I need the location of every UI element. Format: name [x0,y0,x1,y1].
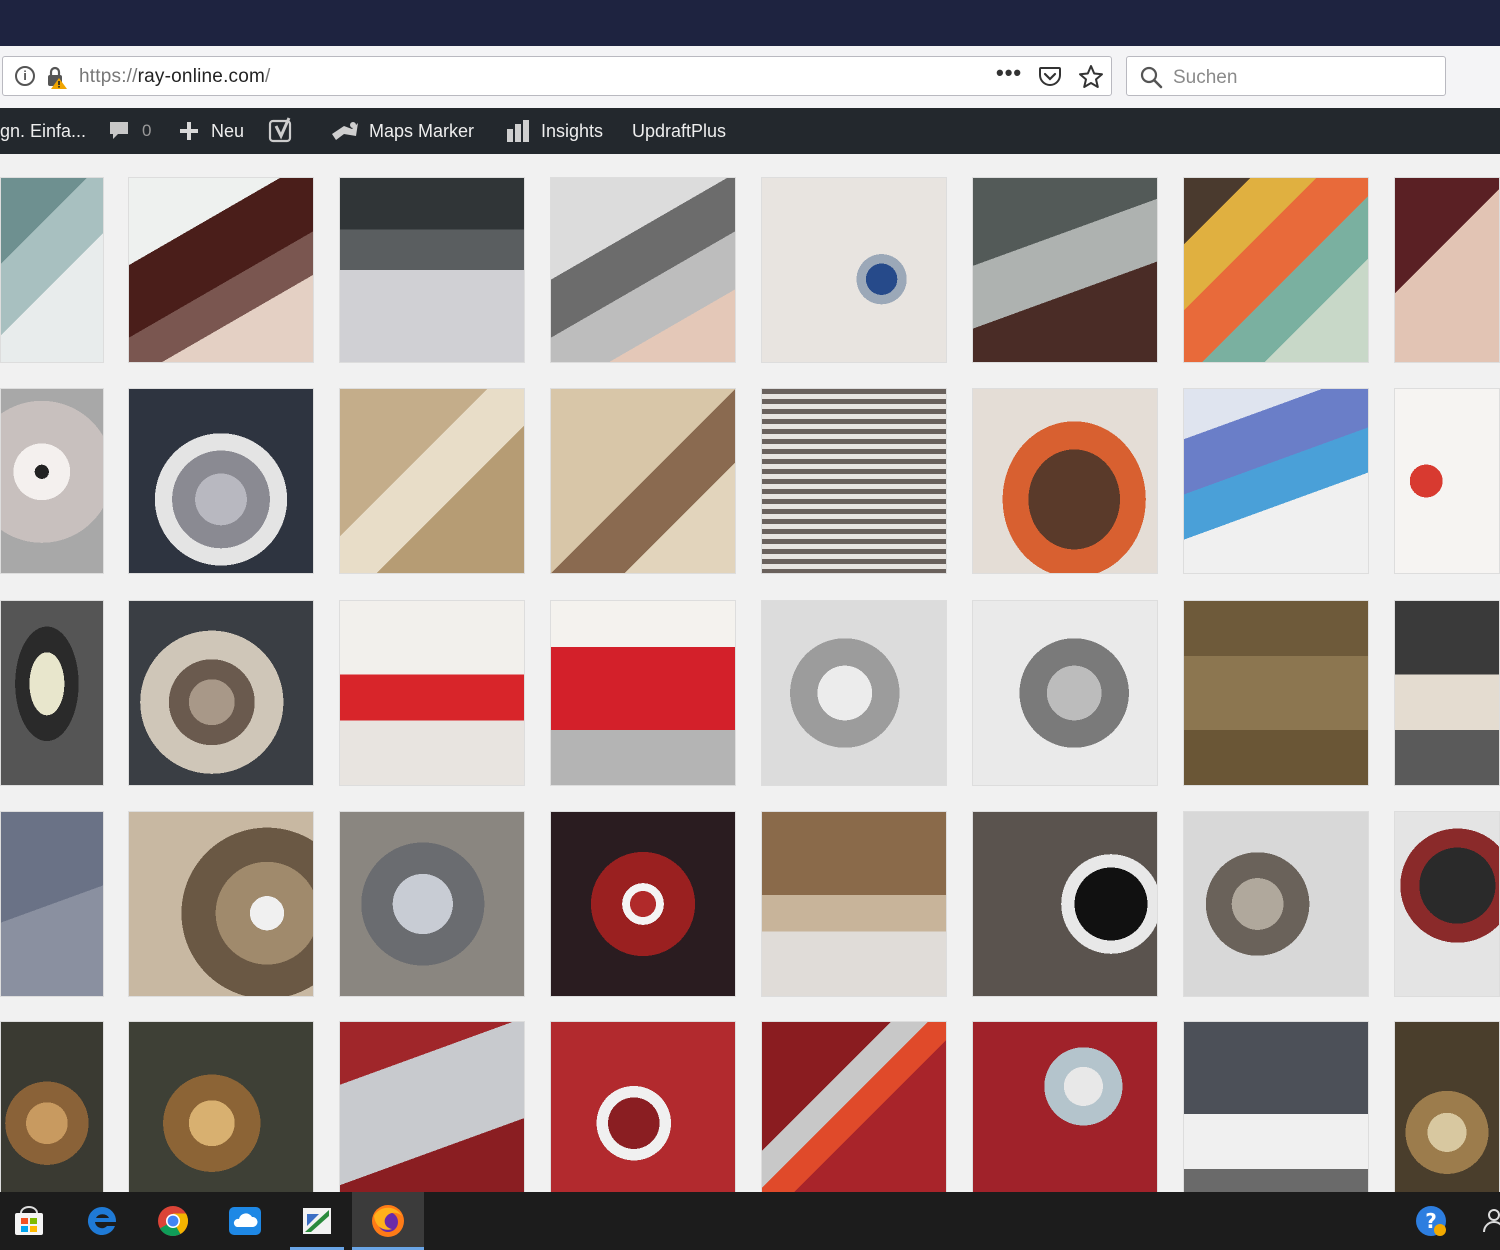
adminbar-insights-label: Insights [541,120,604,141]
browser-nav-bar: i https://ray-online.com/ ••• Suchen [0,46,1500,109]
media-thumbnail[interactable] [1183,600,1369,786]
url-text[interactable]: https://ray-online.com/ [79,66,271,88]
media-thumbnail[interactable] [339,1021,525,1192]
media-thumbnail[interactable] [1394,811,1500,997]
search-placeholder: Suchen [1173,67,1238,88]
media-thumbnail[interactable] [339,388,525,574]
people-icon[interactable] [1470,1200,1500,1242]
insecure-lock-icon[interactable] [45,65,67,89]
adminbar-maps-label: Maps Marker [369,120,475,141]
url-protocol: https:// [79,66,138,87]
media-thumbnail[interactable] [972,177,1158,363]
media-thumbnail[interactable] [128,388,314,574]
media-thumbnail[interactable] [1183,388,1369,574]
adminbar-new[interactable]: Neu [179,108,244,154]
help-icon[interactable]: ? [1410,1200,1452,1242]
windows-taskbar: ? [0,1192,1500,1250]
media-thumbnail[interactable] [0,177,104,363]
search-bar[interactable]: Suchen [1126,56,1446,96]
adminbar-comments[interactable]: 0 [108,108,151,154]
media-thumbnail[interactable] [972,811,1158,997]
media-thumbnail[interactable] [128,600,314,786]
media-thumbnail[interactable] [339,600,525,786]
page-actions-button[interactable]: ••• [996,60,1022,86]
chrome-icon[interactable] [152,1200,194,1242]
media-thumbnail[interactable] [339,811,525,997]
media-thumbnail[interactable] [972,600,1158,786]
plus-icon [180,122,198,140]
media-thumbnail[interactable] [761,811,947,997]
adminbar-updraftplus[interactable]: UpdraftPlus [632,108,726,154]
media-thumbnail[interactable] [1183,1021,1369,1192]
adminbar-site-link[interactable]: gn. Einfa... [0,108,86,154]
wp-admin-bar: gn. Einfa... 0 Neu Maps Marker Insights … [0,108,1500,154]
media-thumbnail[interactable] [1394,177,1500,363]
adminbar-maps-marker[interactable]: Maps Marker [330,108,474,154]
media-thumbnail[interactable] [0,600,104,786]
media-thumbnail[interactable] [972,388,1158,574]
media-library-grid [0,154,1500,1192]
media-thumbnail[interactable] [761,1021,947,1192]
firefox-icon[interactable] [367,1200,409,1242]
comment-count: 0 [142,121,152,140]
media-thumbnail[interactable] [0,388,104,574]
media-thumbnail[interactable] [550,811,736,997]
media-thumbnail[interactable] [128,177,314,363]
media-thumbnail[interactable] [128,1021,314,1192]
yoast-icon [268,117,292,143]
media-thumbnail[interactable] [1394,1021,1500,1192]
media-thumbnail[interactable] [761,388,947,574]
media-thumbnail[interactable] [550,1021,736,1192]
media-thumbnail[interactable] [0,1021,104,1192]
maps-marker-icon [332,122,358,140]
media-thumbnail[interactable] [339,177,525,363]
adminbar-new-label: Neu [211,120,245,141]
pocket-icon[interactable] [1038,65,1062,87]
media-thumbnail[interactable] [0,811,104,997]
store-icon[interactable] [8,1200,50,1242]
search-icon [1140,66,1163,89]
info-icon[interactable]: i [15,66,35,86]
media-thumbnail[interactable] [128,811,314,997]
adminbar-site-label: gn. Einfa... [0,120,87,141]
adminbar-insights[interactable]: Insights [506,108,603,154]
adminbar-yoast[interactable] [268,108,296,154]
url-bar[interactable]: i https://ray-online.com/ ••• [2,56,1112,96]
media-thumbnail[interactable] [972,1021,1158,1192]
app-icon[interactable] [296,1200,338,1242]
bar-chart-icon [507,120,529,142]
media-thumbnail[interactable] [550,600,736,786]
media-thumbnail[interactable] [761,600,947,786]
cloud-icon[interactable] [224,1200,266,1242]
edge-icon[interactable] [81,1200,123,1242]
media-thumbnail[interactable] [1394,600,1500,786]
media-thumbnail[interactable] [550,177,736,363]
media-thumbnail[interactable] [761,177,947,363]
media-thumbnail[interactable] [550,388,736,574]
browser-title-bar [0,0,1500,46]
media-thumbnail[interactable] [1183,177,1369,363]
media-thumbnail[interactable] [1394,388,1500,574]
url-suffix: / [265,66,271,87]
url-host: ray-online.com [137,66,266,87]
media-thumbnail[interactable] [1183,811,1369,997]
adminbar-updraftplus-label: UpdraftPlus [632,120,727,141]
comment-icon [110,122,128,139]
bookmark-star-icon[interactable] [1078,64,1104,90]
